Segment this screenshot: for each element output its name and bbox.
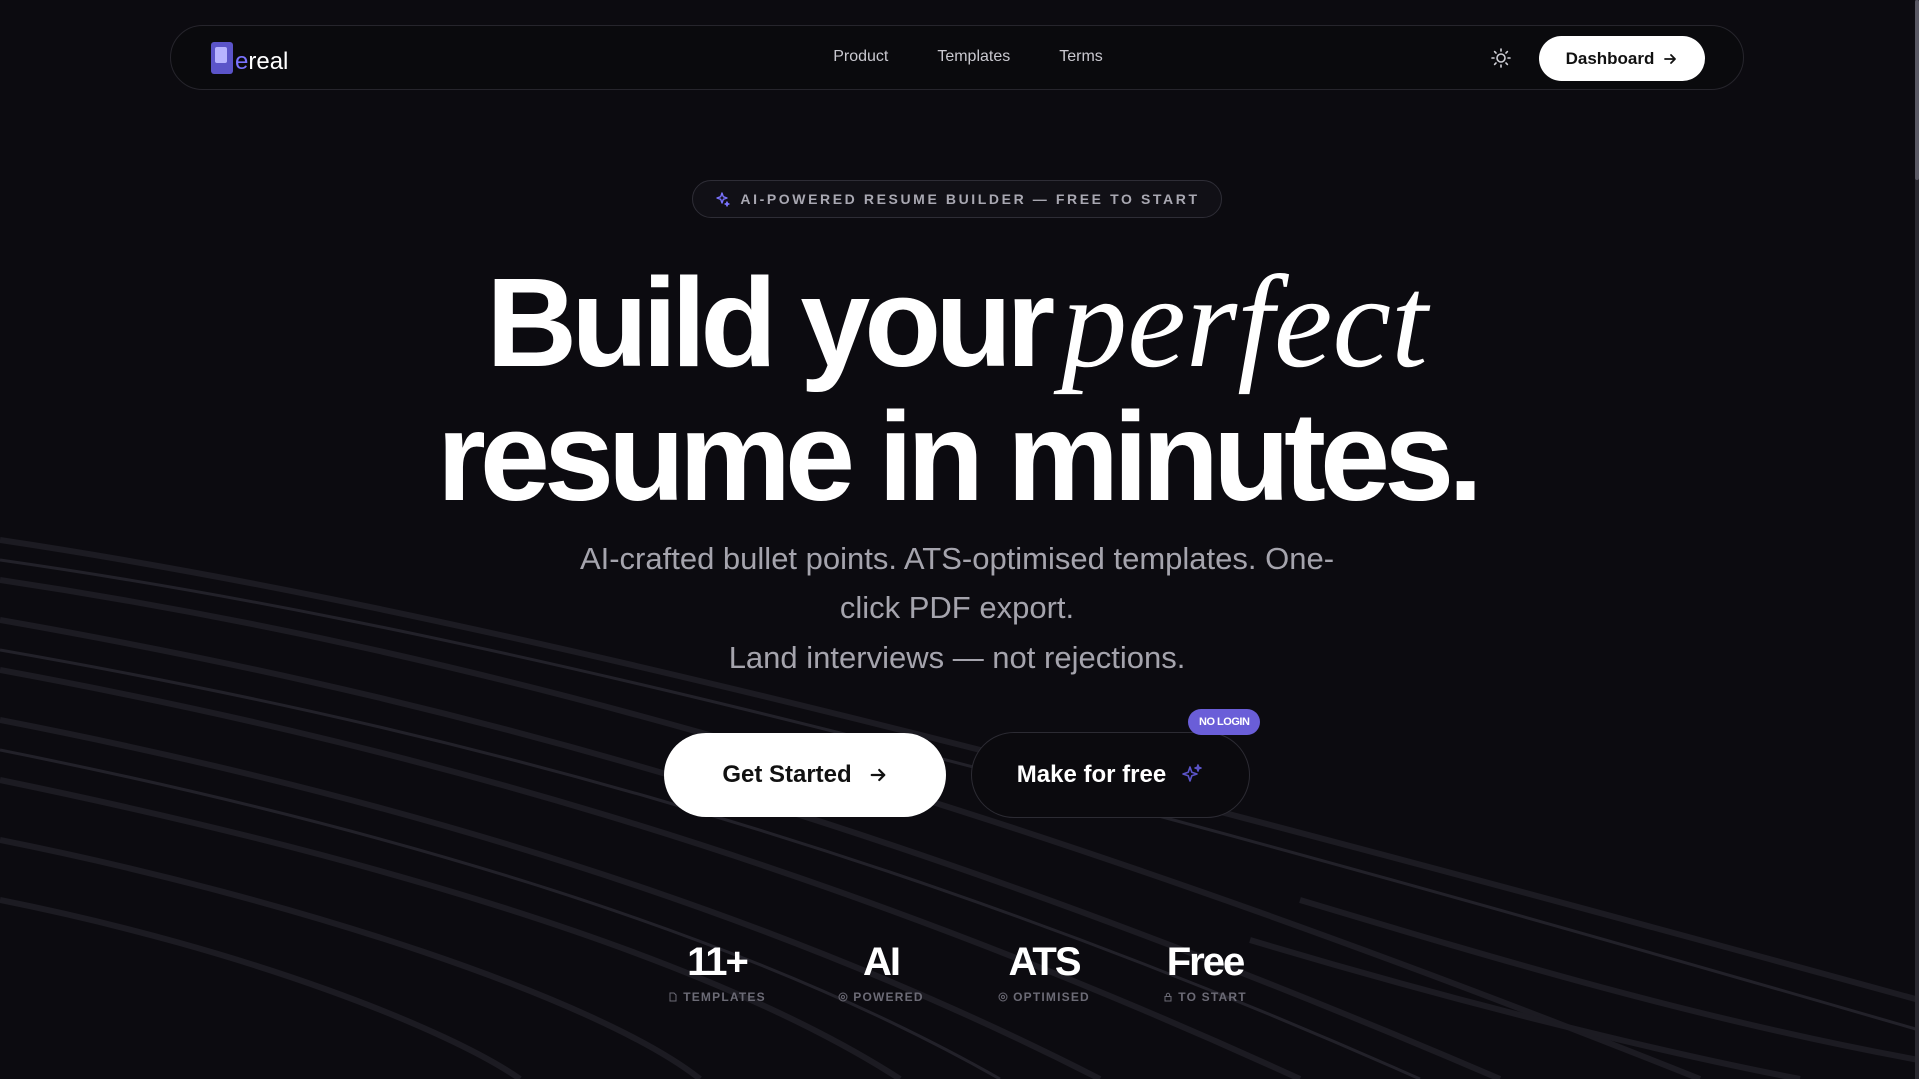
stat-templates: 11+ TEMPLATES <box>657 938 777 1004</box>
headline-line-1: Build yourperfect <box>486 248 1428 395</box>
sparkle-icon <box>716 192 731 207</box>
dashboard-button[interactable]: Dashboard <box>1539 36 1705 81</box>
nav-link-terms[interactable]: Terms <box>1059 48 1103 66</box>
make-for-free-button[interactable]: Make for free <box>971 732 1250 818</box>
arrow-right-icon <box>1664 53 1677 64</box>
make-for-free-label: Make for free <box>1016 761 1167 788</box>
stat-value: ATS <box>1008 940 1081 984</box>
subheading-line-3: Land interviews — not rejections. <box>728 640 1186 675</box>
stat-value: 11+ <box>687 940 749 984</box>
headline-accent: perfect <box>1061 248 1428 395</box>
chip-icon <box>838 992 848 1002</box>
stat-value: AI <box>863 940 901 984</box>
get-started-label: Get Started <box>722 761 852 788</box>
arrow-right-icon <box>870 768 886 782</box>
document-icon <box>669 992 677 1002</box>
subheading-line-1: AI-crafted bullet points. ATS-optimised … <box>579 541 1335 576</box>
stat-ats: ATS OPTIMISED <box>984 938 1104 1004</box>
stat-free: Free TO START <box>1145 938 1265 1004</box>
stat-label: POWERED <box>821 990 941 1004</box>
subheading-line-2: click PDF export. <box>839 590 1075 625</box>
stat-value: Free <box>1166 940 1246 984</box>
get-started-button[interactable]: Get Started <box>664 733 946 817</box>
stat-label: TEMPLATES <box>657 990 777 1004</box>
target-icon <box>998 992 1008 1002</box>
theme-toggle-sun-icon[interactable] <box>1489 46 1513 70</box>
no-login-badge: NO LOGIN <box>1188 709 1261 735</box>
scrollbar-thumb[interactable] <box>1915 0 1919 180</box>
dashboard-button-label: Dashboard <box>1565 48 1655 68</box>
headline-line-2: resume in minutes. <box>436 386 1483 527</box>
stat-label: TO START <box>1145 990 1265 1004</box>
pill-text: AI-POWERED RESUME BUILDER — FREE TO STAR… <box>740 191 1200 207</box>
stat-ai: AI POWERED <box>821 938 941 1004</box>
announcement-pill: AI-POWERED RESUME BUILDER — FREE TO STAR… <box>692 180 1222 218</box>
nav-link-product[interactable]: Product <box>833 48 888 66</box>
lock-icon <box>1164 992 1172 1002</box>
scrollbar[interactable] <box>1915 0 1919 1079</box>
sparkle-icon <box>1182 764 1202 782</box>
nav-link-templates[interactable]: Templates <box>937 48 1010 66</box>
navbar: ereal Product Templates Terms Dashboard <box>170 25 1744 90</box>
stat-label: OPTIMISED <box>984 990 1104 1004</box>
